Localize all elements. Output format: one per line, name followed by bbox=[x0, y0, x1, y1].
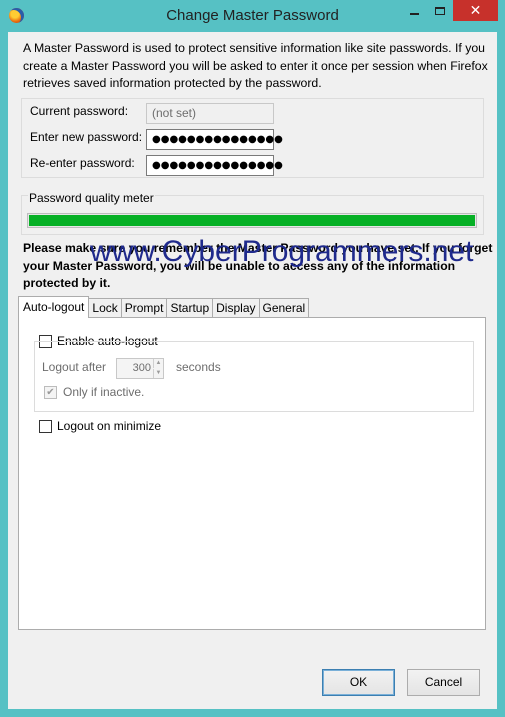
current-password-field: (not set) bbox=[146, 103, 274, 124]
auto-logout-group: Logout after 300 ▲ ▼ seconds ✔ Only if i… bbox=[34, 341, 474, 412]
tab-display[interactable]: Display bbox=[213, 298, 260, 318]
intro-text: A Master Password is used to protect sen… bbox=[23, 41, 488, 90]
logout-after-spinner: 300 ▲ ▼ bbox=[116, 358, 164, 379]
close-icon: ✕ bbox=[469, 2, 482, 18]
spin-up-icon: ▲ bbox=[153, 359, 163, 368]
minimize-button[interactable] bbox=[401, 0, 427, 21]
watermark-text: www.CyberProgrammers.net bbox=[90, 235, 474, 268]
tab-lock[interactable]: Lock bbox=[89, 298, 122, 318]
maximize-button[interactable] bbox=[427, 0, 453, 21]
cancel-button[interactable]: Cancel bbox=[407, 669, 480, 696]
password-group: Current password: (not set) Enter new pa… bbox=[21, 98, 484, 178]
only-if-inactive-label: Only if inactive. bbox=[63, 385, 145, 399]
maximize-icon bbox=[435, 6, 445, 15]
quality-meter-bar bbox=[27, 213, 477, 228]
tab-prompt[interactable]: Prompt bbox=[121, 298, 168, 318]
logout-after-value: 300 bbox=[132, 362, 151, 374]
logout-after-label: Logout after bbox=[42, 360, 107, 374]
tab-panel-auto-logout: Enable auto-logout Logout after 300 ▲ ▼ … bbox=[18, 317, 486, 630]
new-password-label: Enter new password: bbox=[30, 130, 143, 144]
current-password-label: Current password: bbox=[30, 104, 129, 118]
logout-on-minimize-checkbox[interactable] bbox=[39, 420, 52, 433]
tab-strip: Auto-logout Lock Prompt Startup Display Gener… bbox=[18, 296, 310, 318]
close-button[interactable]: ✕ bbox=[453, 0, 498, 21]
only-if-inactive-checkbox: ✔ bbox=[44, 386, 57, 399]
quality-meter-fill bbox=[29, 215, 475, 226]
title-bar: Change Master Password ✕ bbox=[0, 0, 505, 32]
reenter-password-label: Re-enter password: bbox=[30, 156, 135, 170]
tab-general[interactable]: General bbox=[259, 298, 310, 318]
checkmark-icon: ✔ bbox=[46, 387, 55, 398]
ok-button[interactable]: OK bbox=[322, 669, 395, 696]
tab-auto-logout[interactable]: Auto-logout bbox=[18, 296, 90, 318]
quality-meter-group: Password quality meter bbox=[21, 191, 484, 235]
new-password-field[interactable]: ●●●●●●●●●●●●●●● bbox=[146, 129, 283, 150]
spin-down-icon: ▼ bbox=[153, 369, 163, 378]
reenter-password-field[interactable]: ●●●●●●●●●●●●●●● bbox=[146, 155, 283, 176]
minimize-icon bbox=[409, 12, 419, 15]
dialog-body: A Master Password is used to protect sen… bbox=[8, 32, 497, 709]
quality-meter-label: Password quality meter bbox=[28, 191, 155, 205]
seconds-label: seconds bbox=[176, 360, 221, 374]
tab-startup[interactable]: Startup bbox=[167, 298, 214, 318]
logout-on-minimize-label: Logout on minimize bbox=[57, 419, 162, 433]
